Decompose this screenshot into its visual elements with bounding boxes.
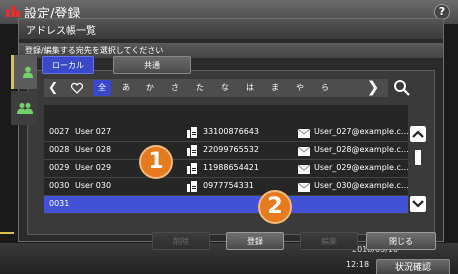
callout-step-2: 2	[258, 190, 292, 224]
entry-name: User 030	[75, 181, 112, 190]
close-button[interactable]: 閉じる	[366, 232, 436, 250]
entry-name: User 028	[75, 145, 112, 154]
index-next-button[interactable]: ❯	[366, 80, 380, 96]
entry-id: 0031	[49, 199, 70, 208]
delete-button[interactable]: 削除	[152, 232, 210, 250]
envelope-icon	[298, 147, 310, 156]
index-ta[interactable]: た	[191, 80, 209, 96]
index-prev-button[interactable]: ❮	[46, 80, 60, 96]
entry-email: User_030@example.c…	[314, 181, 409, 190]
status-time: 12:18	[346, 260, 370, 269]
entry-id: 0028	[49, 145, 70, 154]
scroll-up-button[interactable]	[410, 126, 426, 142]
settings-logo-icon	[6, 6, 20, 17]
index-na[interactable]: な	[216, 80, 234, 96]
table-row[interactable]: 0029 User 029 11988654421 User_029@examp…	[44, 160, 409, 178]
entry-name: User 029	[75, 163, 112, 172]
entry-id: 0029	[49, 163, 70, 172]
dialog-title: アドレス帳一覧	[26, 26, 96, 37]
group-icon	[17, 103, 33, 114]
heart-icon[interactable]	[71, 82, 83, 94]
envelope-icon	[298, 183, 310, 192]
register-button[interactable]: 登録	[226, 232, 284, 250]
search-icon[interactable]	[393, 79, 411, 97]
person-icon	[23, 66, 33, 78]
scroll-thumb[interactable]	[415, 150, 421, 165]
tab-common[interactable]: 共通	[113, 56, 191, 74]
edit-button[interactable]: 編集	[300, 232, 358, 250]
entry-email: User_027@example.c…	[314, 127, 409, 136]
index-ra[interactable]: ら	[316, 80, 334, 96]
tab-single-contact[interactable]	[11, 55, 37, 89]
entry-email: User_028@example.c…	[314, 145, 409, 154]
instruction-text: 登録/編集する宛先を選択してください	[25, 46, 164, 55]
index-sa[interactable]: さ	[166, 80, 184, 96]
fax-icon	[187, 127, 197, 138]
index-ha[interactable]: は	[241, 80, 259, 96]
index-ya[interactable]: や	[291, 80, 309, 96]
scroll-down-button[interactable]	[410, 196, 426, 212]
table-row[interactable]: 0028 User 028 22099765532 User_028@examp…	[44, 142, 409, 160]
chevron-up-icon	[412, 130, 424, 138]
entry-id: 0030	[49, 181, 70, 190]
chevron-down-icon	[412, 200, 424, 208]
envelope-icon	[298, 165, 310, 174]
dialog-header: アドレス帳一覧	[19, 19, 443, 39]
entry-fax: 22099765532	[203, 145, 259, 154]
envelope-icon	[298, 129, 310, 138]
table-row[interactable]: 0027 User 027 33100876643 User_027@examp…	[44, 124, 409, 142]
tab-group[interactable]	[11, 91, 37, 125]
list-scrollbar[interactable]	[410, 104, 426, 212]
tab-local[interactable]: ローカル	[42, 56, 94, 74]
entry-fax: 33100876643	[203, 127, 259, 136]
fax-icon	[187, 145, 197, 156]
background-indicator	[0, 232, 14, 234]
index-all[interactable]: 全	[93, 80, 111, 96]
table-row[interactable]: 0030 User 030 0977754331 User_030@exampl…	[44, 178, 409, 196]
entry-email: User_029@example.c…	[314, 163, 409, 172]
status-check-button[interactable]: 状況確認	[376, 259, 450, 274]
table-row-selected[interactable]: 0031	[44, 196, 408, 214]
index-a[interactable]: あ	[117, 80, 135, 96]
index-ka[interactable]: か	[141, 80, 159, 96]
callout-step-1: 1	[139, 145, 173, 179]
entry-name: User 027	[75, 127, 112, 136]
entry-fax: 0977754331	[203, 181, 254, 190]
fax-icon	[187, 181, 197, 192]
fax-icon	[187, 163, 197, 174]
entry-fax: 11988654421	[203, 163, 259, 172]
entry-id: 0027	[49, 127, 70, 136]
index-ma[interactable]: ま	[266, 80, 284, 96]
